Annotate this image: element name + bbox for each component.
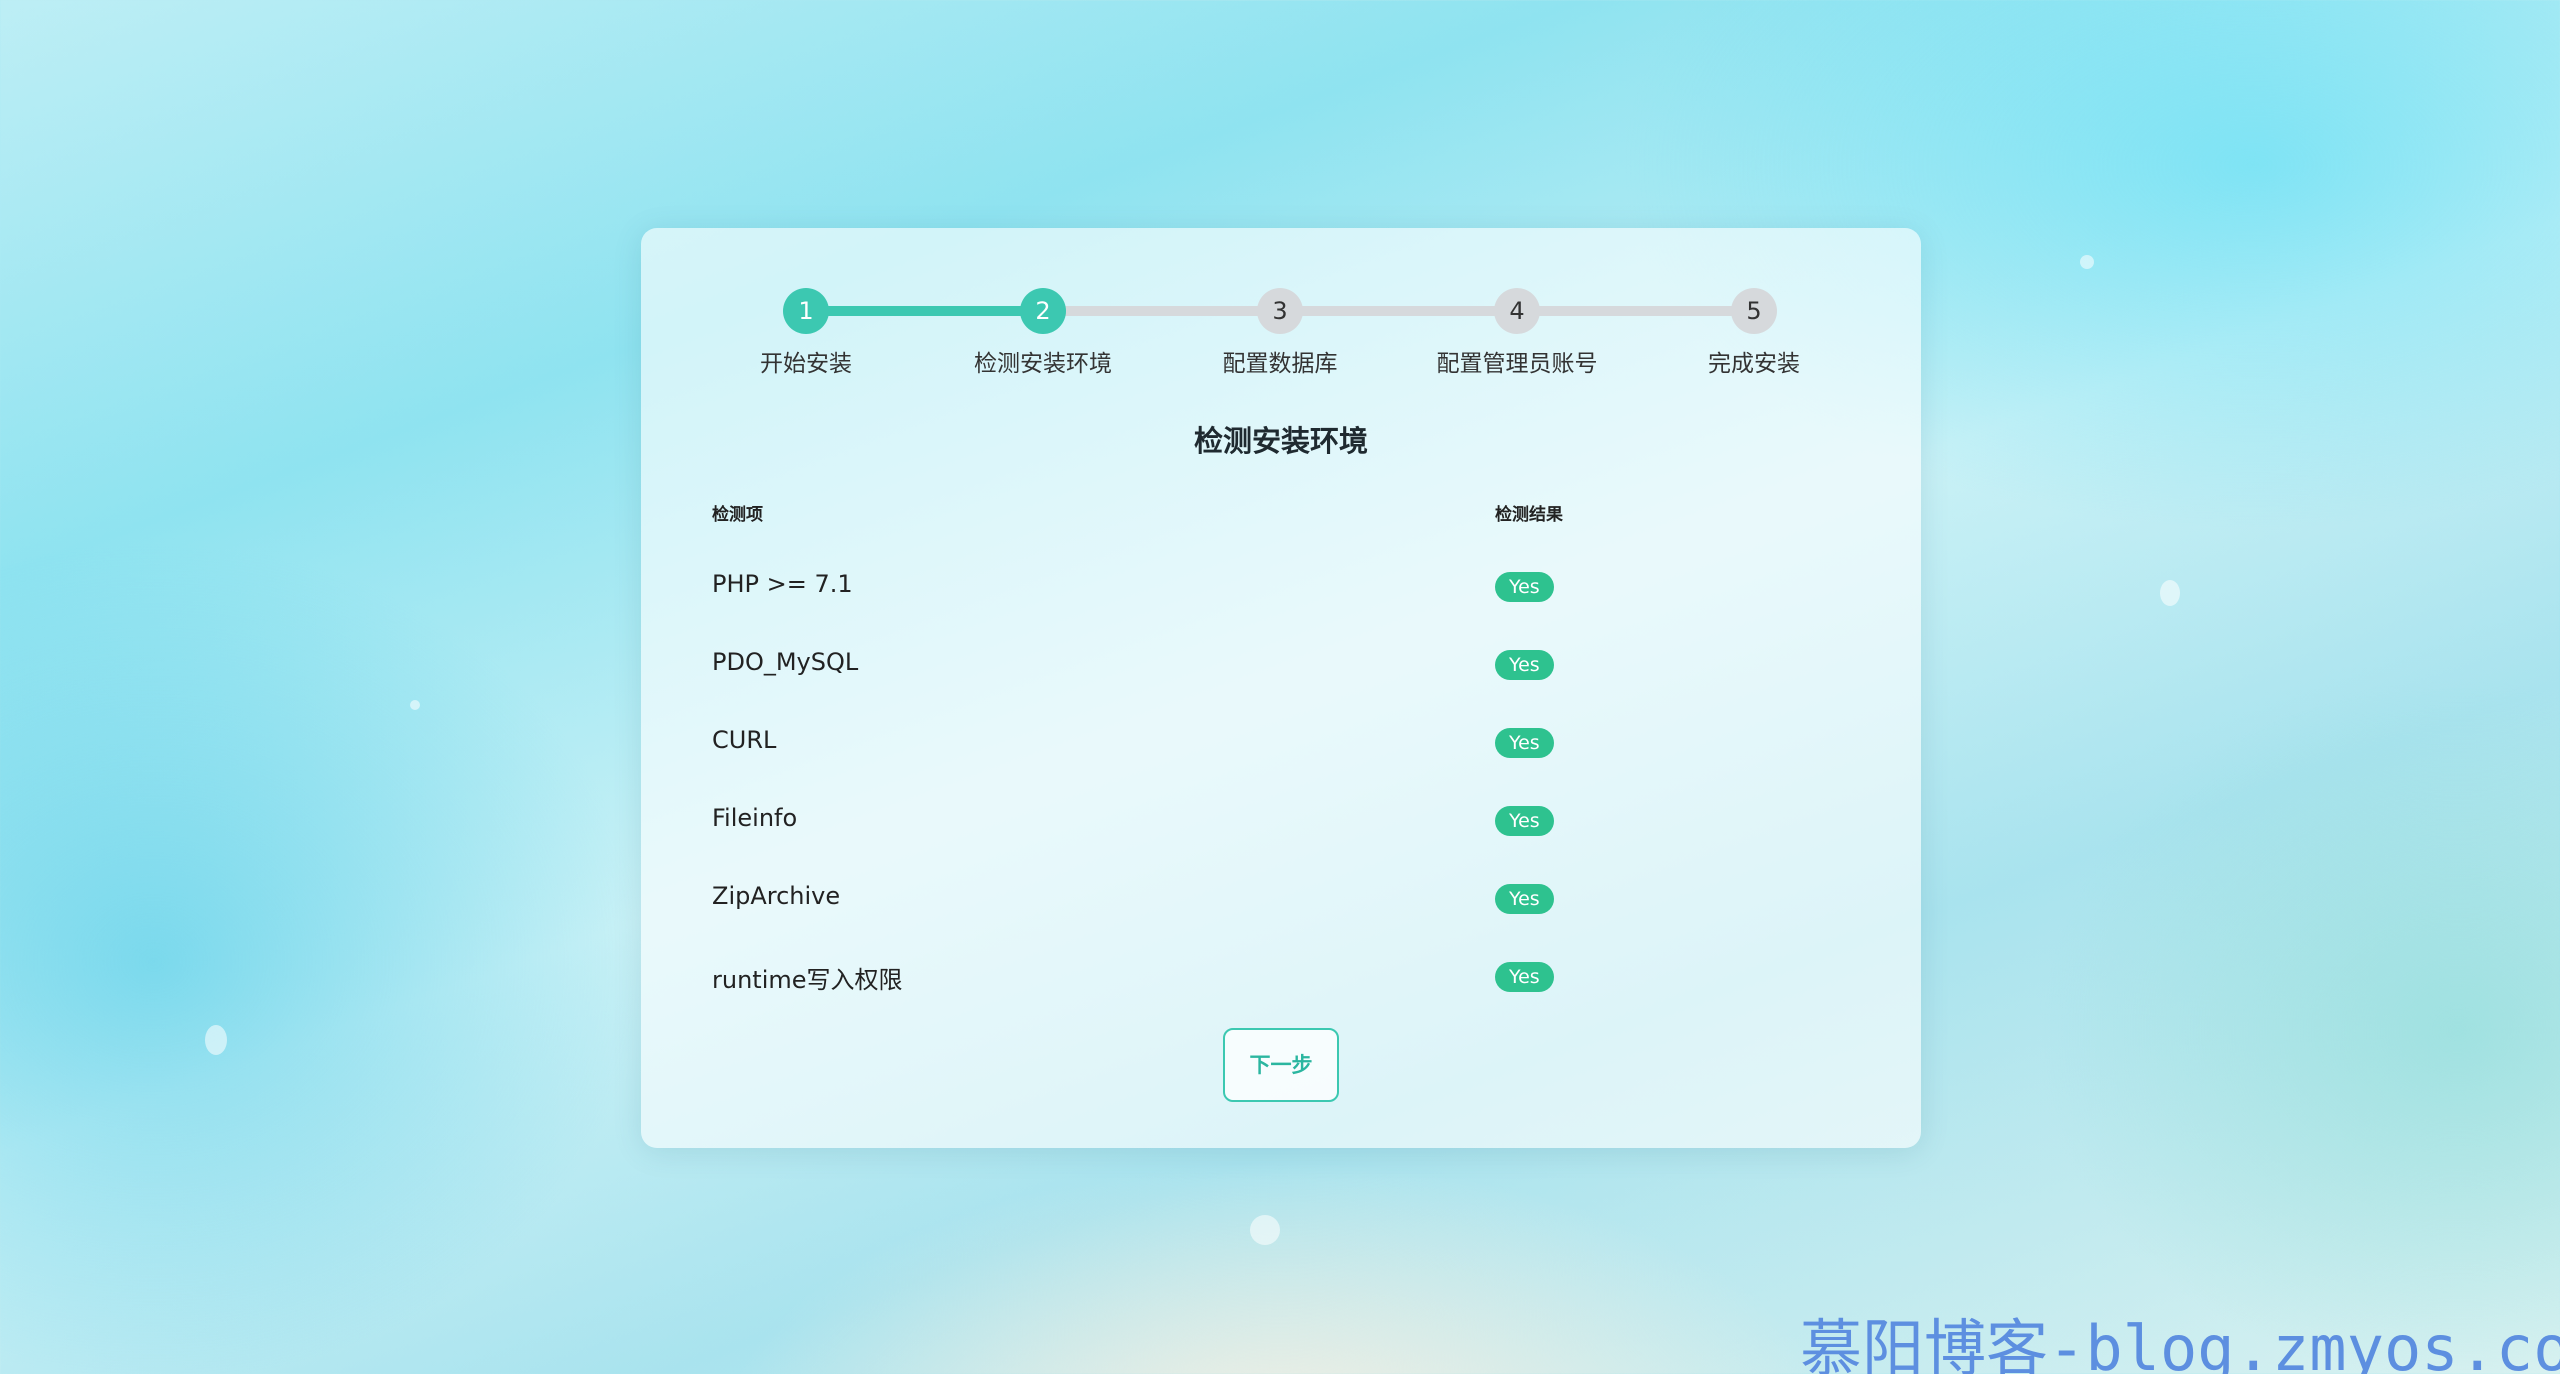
step-4-circle: 4	[1494, 288, 1540, 334]
progress-steps: 1 2 3 4 5 开始安装 检测安装环境 配置数据库 配置管理员账号 完成安装	[641, 280, 1921, 390]
step-2-label: 检测安装环境	[974, 351, 1112, 377]
step-connector	[1517, 306, 1754, 316]
step-3-label: 配置数据库	[1222, 351, 1338, 377]
next-step-button[interactable]: 下一步	[1223, 1028, 1339, 1102]
status-badge: Yes	[1495, 728, 1554, 758]
step-5-label: 完成安装	[1708, 351, 1800, 377]
step-connector	[1280, 306, 1517, 316]
status-badge: Yes	[1495, 806, 1554, 836]
check-item-name: runtime写入权限	[712, 966, 903, 994]
installer-card: 1 2 3 4 5 开始安装 检测安装环境 配置数据库 配置管理员账号 完成安装…	[641, 228, 1921, 1148]
step-1-circle: 1	[783, 288, 829, 334]
status-badge: Yes	[1495, 650, 1554, 680]
check-item-name: PHP >= 7.1	[712, 570, 853, 598]
paint-splash	[2080, 255, 2094, 269]
check-item-name: Fileinfo	[712, 804, 798, 832]
step-connector	[806, 306, 1043, 316]
step-4-label: 配置管理员账号	[1436, 351, 1598, 377]
table-row: runtime写入权限 Yes	[641, 938, 1921, 1016]
table-row: PHP >= 7.1 Yes	[641, 548, 1921, 626]
step-connector	[1043, 306, 1280, 316]
paint-splash	[205, 1025, 227, 1055]
status-badge: Yes	[1495, 572, 1554, 602]
step-5-circle: 5	[1731, 288, 1777, 334]
step-3-circle: 3	[1257, 288, 1303, 334]
table-row: CURL Yes	[641, 704, 1921, 782]
paint-splash	[410, 700, 420, 710]
paint-splash	[1250, 1215, 1280, 1245]
site-watermark: 慕阳博客-blog.zmyos.com	[1800, 1312, 2560, 1374]
column-header-result: 检测结果	[1495, 505, 1563, 525]
status-badge: Yes	[1495, 884, 1554, 914]
column-header-item: 检测项	[712, 505, 763, 525]
paint-splash	[2160, 580, 2180, 606]
step-1-label: 开始安装	[760, 351, 852, 377]
check-item-name: ZipArchive	[712, 882, 841, 910]
table-row: Fileinfo Yes	[641, 782, 1921, 860]
status-badge: Yes	[1495, 962, 1554, 992]
check-item-name: PDO_MySQL	[712, 648, 859, 676]
step-2-circle: 2	[1020, 288, 1066, 334]
page-title: 检测安装环境	[1193, 424, 1368, 458]
check-item-name: CURL	[712, 726, 777, 754]
table-row: PDO_MySQL Yes	[641, 626, 1921, 704]
table-row: ZipArchive Yes	[641, 860, 1921, 938]
